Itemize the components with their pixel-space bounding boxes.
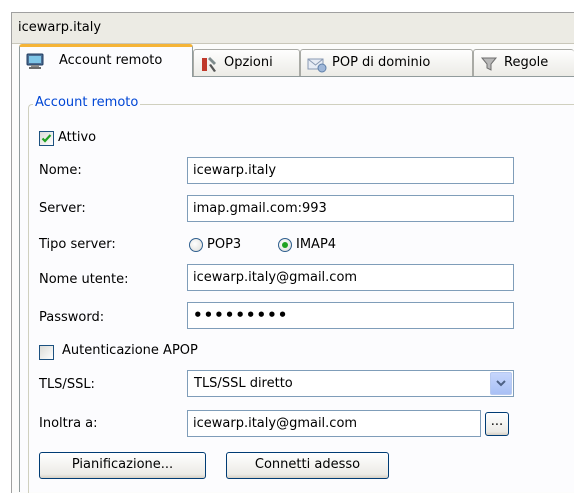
tab-regole[interactable]: Regole: [473, 49, 574, 76]
password-field[interactable]: •••••••••: [187, 302, 514, 329]
imap4-radio-label: IMAP4: [296, 237, 337, 252]
tab-label: Opzioni: [224, 55, 273, 70]
tls-ssl-select[interactable]: TLS/SSL diretto: [187, 370, 514, 397]
tls-ssl-value: TLS/SSL diretto: [194, 376, 293, 391]
inoltra-field[interactable]: icewarp.italy@gmail.com: [187, 410, 481, 437]
connetti-adesso-button[interactable]: Connetti adesso: [226, 452, 389, 479]
apop-checkbox[interactable]: [39, 345, 54, 360]
tab-pop-di-dominio[interactable]: POP di dominio: [300, 49, 473, 76]
browse-button[interactable]: ...: [485, 412, 509, 436]
mail-envelope-icon: [307, 55, 327, 77]
nome-field[interactable]: icewarp.italy: [187, 157, 514, 184]
window-title-bar: icewarp.italy: [12, 13, 574, 44]
pianificazione-button[interactable]: Pianificazione...: [39, 452, 206, 479]
server-label: Server:: [39, 201, 86, 216]
password-label: Password:: [39, 310, 105, 325]
tab-opzioni[interactable]: Opzioni: [193, 49, 300, 76]
pop3-radio[interactable]: [189, 238, 203, 252]
tab-label: Account remoto: [59, 53, 163, 68]
dropdown-button[interactable]: [490, 372, 512, 395]
tab-label: Regole: [504, 55, 549, 70]
pop3-radio-label: POP3: [207, 237, 242, 252]
nome-utente-label: Nome utente:: [39, 272, 129, 287]
apop-label: Autenticazione APOP: [62, 343, 198, 358]
monitor-icon: [26, 52, 44, 74]
radio-selected-dot: [282, 242, 288, 248]
tls-ssl-label: TLS/SSL:: [39, 377, 95, 392]
attivo-checkbox[interactable]: [39, 131, 54, 146]
nome-utente-field[interactable]: icewarp.italy@gmail.com: [187, 264, 514, 291]
server-field[interactable]: imap.gmail.com:993: [187, 195, 514, 222]
attivo-label: Attivo: [58, 130, 97, 145]
tools-icon: [200, 55, 218, 77]
tab-account-remoto[interactable]: Account remoto: [19, 44, 193, 77]
check-mark-icon: [41, 134, 52, 143]
tipo-server-label: Tipo server:: [39, 237, 116, 252]
imap4-radio[interactable]: [278, 238, 292, 252]
group-legend: Account remoto: [33, 95, 141, 110]
chevron-down-icon: [496, 380, 506, 387]
filter-funnel-icon: [480, 55, 498, 77]
inoltra-label: Inoltra a:: [39, 416, 98, 431]
tab-label: POP di dominio: [332, 55, 431, 70]
window-title: icewarp.italy: [18, 20, 102, 35]
nome-label: Nome:: [39, 163, 82, 178]
